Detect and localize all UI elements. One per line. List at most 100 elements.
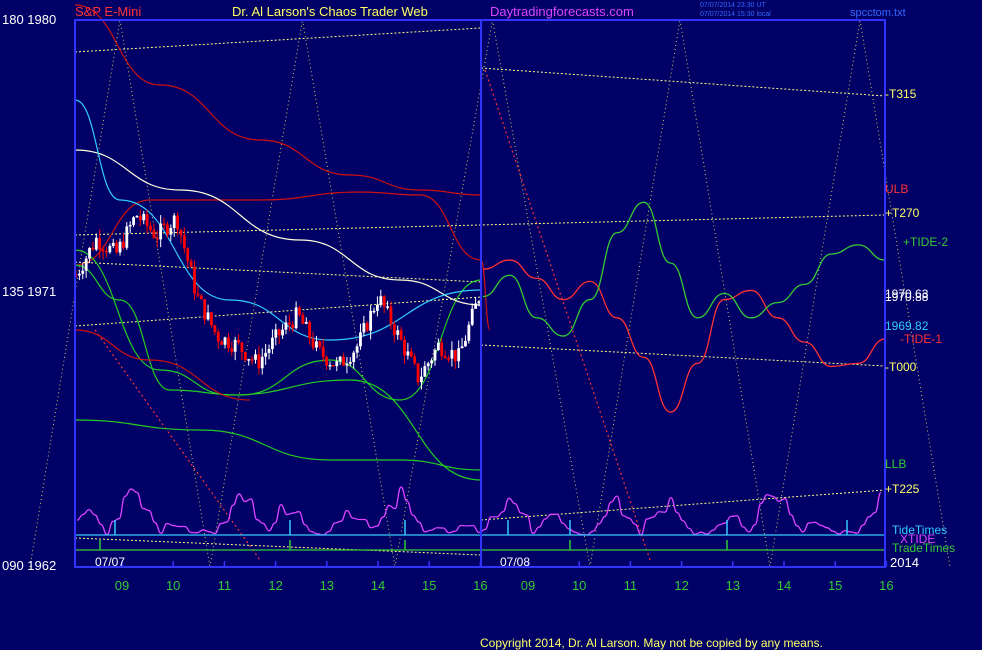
- price-bar: [135, 215, 139, 218]
- price-bar: [304, 322, 308, 324]
- price-bar: [301, 314, 305, 324]
- price-bar: [460, 346, 464, 349]
- price-bar: [399, 330, 403, 340]
- price-bar: [335, 361, 339, 367]
- price-bar: [291, 324, 295, 329]
- price-bar: [308, 322, 312, 339]
- price-bar: [132, 217, 135, 225]
- price-bar: [94, 237, 98, 250]
- hour-tick-label: 14: [371, 578, 385, 593]
- symbol-label: S&P E-Mini: [75, 4, 141, 19]
- price-bar: [125, 226, 129, 248]
- price-bar: [145, 213, 149, 226]
- price-bar: [260, 356, 264, 369]
- price-bar: [111, 242, 115, 247]
- price-bar: [440, 342, 444, 357]
- price-bar: [128, 224, 132, 227]
- site-url[interactable]: Daytradingforecasts.com: [490, 4, 634, 19]
- right-label: +T270: [885, 206, 920, 220]
- price-bar: [250, 359, 254, 361]
- price-bar: [409, 351, 413, 357]
- right-label: -T315: [885, 87, 917, 101]
- price-bar: [264, 352, 268, 357]
- timestamp-local: 07/07/2014 15:30 local: [700, 11, 771, 18]
- price-bar: [189, 261, 193, 267]
- price-bar: [237, 339, 240, 343]
- price-bar: [243, 352, 247, 361]
- price-bar: [155, 237, 159, 240]
- price-bar: [213, 325, 217, 332]
- price-bar: [413, 356, 417, 364]
- price-bar: [186, 248, 190, 262]
- price-bar: [277, 329, 281, 336]
- hour-tick-label: 11: [624, 578, 638, 593]
- price-bar: [348, 361, 352, 364]
- price-bar: [206, 312, 210, 320]
- price-bar: [386, 306, 389, 308]
- hour-tick-label: 12: [268, 578, 282, 593]
- timestamp-ut: 07/07/2014 23:30 UT: [700, 2, 766, 9]
- price-bar: [369, 310, 373, 331]
- price-bar: [379, 296, 383, 305]
- price-bar: [294, 307, 298, 329]
- price-bar: [423, 366, 427, 377]
- price-bar: [433, 350, 437, 361]
- hour-tick-label: 13: [726, 578, 740, 593]
- price-bar: [166, 224, 169, 235]
- price-bar: [338, 356, 342, 362]
- price-bar: [281, 329, 284, 336]
- price-bar: [230, 348, 234, 352]
- price-bar: [98, 237, 102, 250]
- price-bar: [240, 342, 244, 353]
- hour-tick-label: 16: [879, 578, 893, 593]
- price-bar: [254, 354, 257, 360]
- price-bar: [450, 350, 454, 359]
- price-bar: [470, 308, 474, 325]
- price-bar: [149, 225, 152, 231]
- price-bar: [108, 246, 112, 253]
- hour-tick-label: 12: [674, 578, 688, 593]
- price-bar: [162, 223, 166, 226]
- hour-tick-label: 16: [473, 578, 487, 593]
- price-bar: [105, 250, 108, 253]
- price-bar: [392, 324, 396, 335]
- hour-tick-label: 11: [218, 578, 232, 593]
- price-bar: [352, 352, 356, 362]
- site-title: Dr. Al Larson's Chaos Trader Web: [232, 4, 428, 19]
- y-label-top: 180 1980: [2, 12, 56, 27]
- right-label: +TIDE-2: [903, 235, 948, 249]
- price-bar: [267, 349, 271, 353]
- price-bar: [362, 323, 366, 333]
- price-bar: [382, 296, 386, 307]
- y-label-mid: 135 1971: [2, 284, 56, 299]
- price-bar: [142, 213, 146, 221]
- price-bar: [453, 350, 457, 362]
- price-bar: [223, 337, 227, 345]
- price-bar: [311, 338, 315, 348]
- price-bar: [88, 247, 91, 259]
- price-bar: [464, 340, 467, 347]
- price-bar: [179, 229, 183, 236]
- price-bar: [196, 293, 200, 296]
- right-label: +T225: [885, 482, 920, 496]
- hour-tick-label: 09: [521, 578, 535, 593]
- price-bar: [182, 235, 186, 249]
- day-label-2: 07/08: [500, 555, 530, 569]
- price-bar: [447, 358, 450, 360]
- price-bar: [416, 363, 420, 383]
- price-bar: [321, 346, 325, 357]
- price-bar: [122, 241, 125, 248]
- copyright-notice: Copyright 2014, Dr. Al Larson. May not b…: [480, 636, 823, 650]
- price-bar: [271, 337, 274, 350]
- price-bar: [77, 273, 81, 276]
- price-bar: [176, 215, 179, 230]
- price-bar: [403, 339, 406, 356]
- price-bar: [84, 258, 88, 271]
- price-bar: [420, 376, 423, 383]
- price-bar: [474, 303, 478, 309]
- price-bar: [359, 332, 362, 347]
- chart-canvas: 09 10 11 12 13 14 15 16 09 10 11 12 13 14 15 16 S&P E-M…: [0, 0, 982, 650]
- right-label: ULB: [885, 182, 908, 196]
- price-bar: [210, 312, 213, 326]
- price-bar: [226, 337, 230, 349]
